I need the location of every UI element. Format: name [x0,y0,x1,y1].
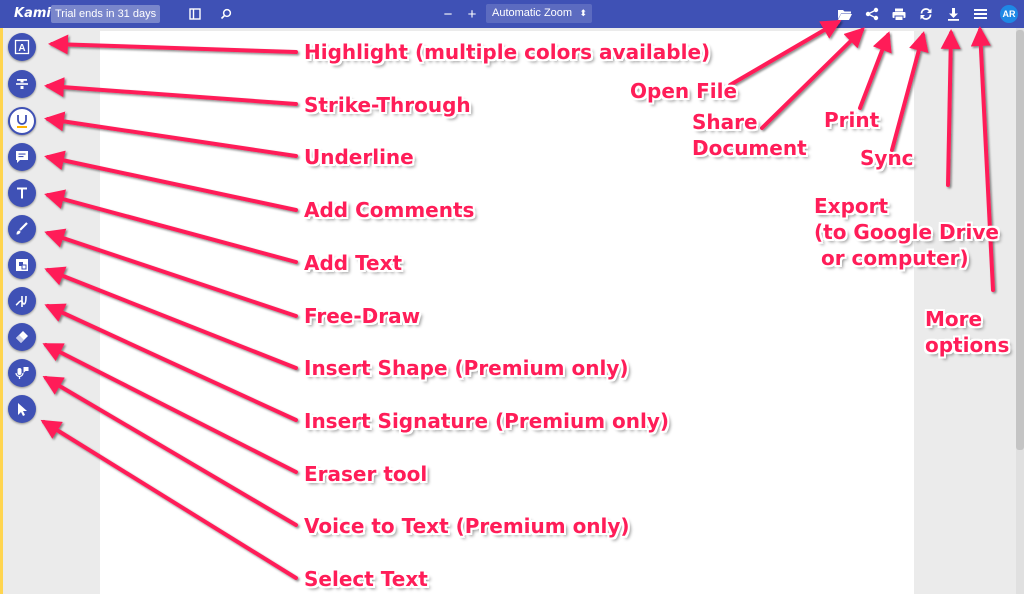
label-draw: Free-Draw [304,304,421,328]
label-text: Add Text [304,251,403,275]
label-export-line2: (to Google Drive [814,220,999,244]
arrow-strikethrough [44,77,298,106]
label-print: Print [824,108,880,132]
arrow-comments [44,150,298,212]
arrow-highlight [48,34,298,55]
label-share-line2: Document [692,136,807,160]
label-strikethrough: Strike-Through [304,93,471,117]
arrow-open-file [728,19,842,87]
label-underline: Underline [304,145,414,169]
arrow-select [40,419,298,580]
arrow-text [44,189,298,264]
label-more-line1: More [925,307,983,331]
label-sync: Sync [860,146,914,170]
label-highlight: Highlight (multiple colors available) [304,40,711,64]
label-eraser: Eraser tool [304,462,428,486]
label-select: Select Text [304,567,428,591]
arrow-sync [890,31,929,152]
label-export-line3: or computer) [814,246,969,270]
label-voice: Voice to Text (Premium only) [304,514,630,538]
label-open-file: Open File [630,79,738,103]
annotation-arrows [40,19,995,580]
arrow-draw [44,228,298,318]
label-share-line1: Share [692,110,758,134]
label-comments: Add Comments [304,198,475,222]
label-export-line1: Export [814,194,889,218]
arrow-shape [44,266,298,370]
label-more-line2: options [925,333,1010,357]
arrow-export [940,29,961,187]
arrow-print [858,31,892,110]
arrow-more [970,26,995,292]
arrow-underline [44,111,298,158]
label-shape: Insert Shape (Premium only) [304,356,629,380]
label-signature: Insert Signature (Premium only) [304,409,670,433]
